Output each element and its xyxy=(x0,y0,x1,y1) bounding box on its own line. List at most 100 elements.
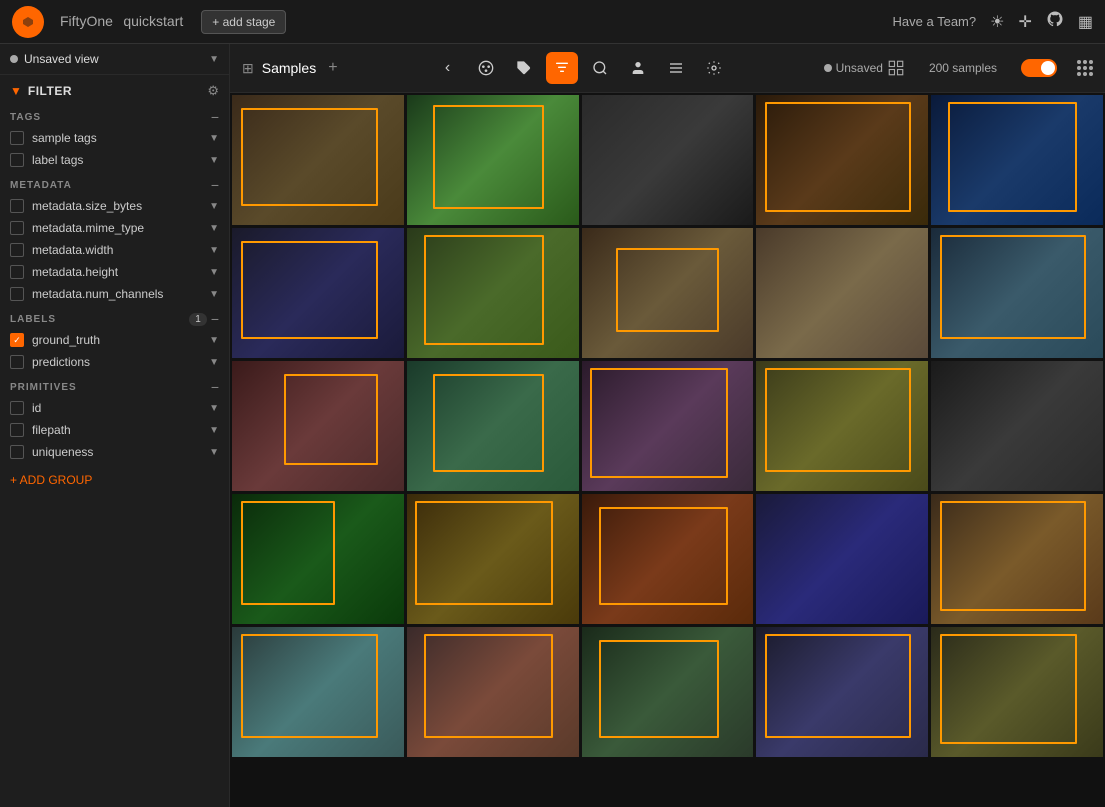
person-button[interactable] xyxy=(622,52,654,84)
image-cell-11[interactable] xyxy=(407,361,579,491)
sidebar-item-label-tags[interactable]: label tags ▼ xyxy=(0,149,229,171)
id-checkbox[interactable] xyxy=(10,401,24,415)
width-checkbox[interactable] xyxy=(10,243,24,257)
size-bytes-checkbox[interactable] xyxy=(10,199,24,213)
num-channels-label: metadata.num_channels xyxy=(32,287,209,301)
metadata-collapse-icon[interactable]: − xyxy=(211,177,219,193)
image-cell-10[interactable] xyxy=(232,361,404,491)
color-scheme-button[interactable] xyxy=(470,52,502,84)
list-view-button[interactable] xyxy=(660,52,692,84)
image-grid xyxy=(230,93,1105,807)
grid-icon: ⊞ xyxy=(242,60,254,77)
label-tags-label: label tags xyxy=(32,153,209,167)
grid-view-icon xyxy=(887,59,905,77)
add-tab-icon[interactable]: + xyxy=(328,59,337,77)
filter-title: FILTER xyxy=(28,84,207,98)
sidebar: Unsaved view ▼ ▼ FILTER ⚙ TAGS − sample … xyxy=(0,44,230,807)
image-cell-6[interactable] xyxy=(407,228,579,358)
image-cell-8[interactable] xyxy=(756,228,928,358)
sample-tags-checkbox[interactable] xyxy=(10,131,24,145)
image-cell-23[interactable] xyxy=(756,627,928,757)
sidebar-item-width[interactable]: metadata.width ▼ xyxy=(0,239,229,261)
nav-right: Have a Team? ☀ ✛ ▦ xyxy=(893,10,1093,33)
image-cell-4[interactable] xyxy=(931,95,1103,225)
filter-active-button[interactable] xyxy=(546,52,578,84)
image-cell-20[interactable] xyxy=(232,627,404,757)
view-name: Unsaved view xyxy=(24,52,209,66)
mime-type-checkbox[interactable] xyxy=(10,221,24,235)
mime-type-expand-icon: ▼ xyxy=(209,223,219,234)
bounding-box xyxy=(940,235,1086,339)
width-label: metadata.width xyxy=(32,243,209,257)
tags-section-title: TAGS xyxy=(10,112,211,123)
sidebar-item-id[interactable]: id ▼ xyxy=(0,397,229,419)
filepath-checkbox[interactable] xyxy=(10,423,24,437)
image-cell-13[interactable] xyxy=(756,361,928,491)
image-cell-9[interactable] xyxy=(931,228,1103,358)
grid-density-icon[interactable] xyxy=(1077,60,1093,76)
sidebar-item-filepath[interactable]: filepath ▼ xyxy=(0,419,229,441)
image-cell-5[interactable] xyxy=(232,228,404,358)
filter-settings-icon[interactable]: ⚙ xyxy=(207,83,219,99)
image-cell-21[interactable] xyxy=(407,627,579,757)
image-cell-12[interactable] xyxy=(582,361,754,491)
sidebar-item-size-bytes[interactable]: metadata.size_bytes ▼ xyxy=(0,195,229,217)
image-cell-19[interactable] xyxy=(931,494,1103,624)
bounding-box xyxy=(424,634,553,738)
content-toolbar: ⊞ Samples + ‹ xyxy=(230,44,1105,93)
ground-truth-checkbox[interactable]: ✓ xyxy=(10,333,24,347)
bounding-box xyxy=(765,368,911,472)
back-button[interactable]: ‹ xyxy=(432,52,464,84)
num-channels-expand-icon: ▼ xyxy=(209,289,219,300)
bounding-box xyxy=(616,248,719,333)
image-cell-14[interactable] xyxy=(931,361,1103,491)
settings-button[interactable] xyxy=(698,52,730,84)
label-tags-checkbox[interactable] xyxy=(10,153,24,167)
image-cell-7[interactable] xyxy=(582,228,754,358)
sidebar-item-sample-tags[interactable]: sample tags ▼ xyxy=(0,127,229,149)
image-cell-17[interactable] xyxy=(582,494,754,624)
sidebar-item-uniqueness[interactable]: uniqueness ▼ xyxy=(0,441,229,463)
size-bytes-label: metadata.size_bytes xyxy=(32,199,209,213)
num-channels-checkbox[interactable] xyxy=(10,287,24,301)
sidebar-item-predictions[interactable]: predictions ▼ xyxy=(0,351,229,373)
uniqueness-checkbox[interactable] xyxy=(10,445,24,459)
labels-section-title: LABELS xyxy=(10,314,189,325)
menu-icon[interactable]: ▦ xyxy=(1078,12,1093,32)
image-cell-0[interactable] xyxy=(232,95,404,225)
image-cell-18[interactable] xyxy=(756,494,928,624)
predictions-checkbox[interactable] xyxy=(10,355,24,369)
sun-icon[interactable]: ☀ xyxy=(990,12,1004,32)
label-tags-expand-icon: ▼ xyxy=(209,155,219,166)
tags-collapse-icon[interactable]: − xyxy=(211,109,219,125)
search-button[interactable] xyxy=(584,52,616,84)
image-cell-1[interactable] xyxy=(407,95,579,225)
sidebar-item-ground-truth[interactable]: ✓ ground_truth ▼ xyxy=(0,329,229,351)
samples-tab-label[interactable]: Samples xyxy=(262,60,316,76)
github-icon[interactable] xyxy=(1046,10,1064,33)
image-cell-22[interactable] xyxy=(582,627,754,757)
sidebar-item-height[interactable]: metadata.height ▼ xyxy=(0,261,229,283)
sample-count: 200 samples xyxy=(929,61,997,75)
height-label: metadata.height xyxy=(32,265,209,279)
height-checkbox[interactable] xyxy=(10,265,24,279)
image-cell-3[interactable] xyxy=(756,95,928,225)
sidebar-item-num-channels[interactable]: metadata.num_channels ▼ xyxy=(0,283,229,305)
add-stage-button[interactable]: + add stage xyxy=(201,10,286,34)
filter-header: ▼ FILTER ⚙ xyxy=(0,75,229,103)
image-cell-15[interactable] xyxy=(232,494,404,624)
image-cell-24[interactable] xyxy=(931,627,1103,757)
add-group-button[interactable]: + ADD GROUP xyxy=(0,463,229,497)
bounding-box xyxy=(241,241,378,339)
view-selector[interactable]: Unsaved view ▼ xyxy=(0,44,229,75)
crosshair-icon[interactable]: ✛ xyxy=(1018,12,1031,32)
media-toggle[interactable] xyxy=(1021,59,1057,77)
uniqueness-label: uniqueness xyxy=(32,445,209,459)
tag-button[interactable] xyxy=(508,52,540,84)
filepath-label: filepath xyxy=(32,423,209,437)
primitives-collapse-icon[interactable]: − xyxy=(211,379,219,395)
image-cell-16[interactable] xyxy=(407,494,579,624)
labels-collapse-icon[interactable]: − xyxy=(211,311,219,327)
sidebar-item-mime-type[interactable]: metadata.mime_type ▼ xyxy=(0,217,229,239)
image-cell-2[interactable] xyxy=(582,95,754,225)
